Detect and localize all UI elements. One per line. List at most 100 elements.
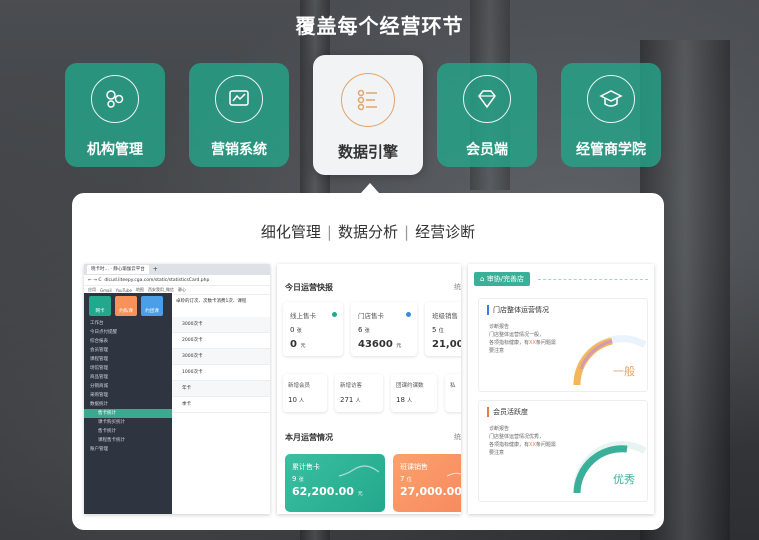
stat-unit: 元 xyxy=(300,343,306,349)
diagnostic-text: 诊断报告 门店整体运营情况一般， 各项指标健康，有XX条问题需 要注意 xyxy=(489,323,559,355)
menu-item: 商品管理 xyxy=(90,375,108,380)
panel-subtitle: 细化管理 | 数据分析 | 经营诊断 xyxy=(72,221,664,242)
table-row: 3000次卡 xyxy=(172,317,270,333)
menu-item: 售卡统计 xyxy=(98,429,116,434)
menu-item: 课程管理 xyxy=(90,357,108,362)
admin-sidebar: 网卡 约私课 约团课 工作台 今日点付提醒 综合报表 会员管理 课程管理 场馆管… xyxy=(84,293,172,514)
stats-title: 卓聆的订次、次数卡消费1次、课程 xyxy=(176,299,247,304)
stat-card-store: 门店售卡 6 张 43600 元 xyxy=(351,302,417,356)
screenshot-admin-stats: 晓卡时… · 静心瑜伽云平台 + ← → C dlcud.liteepy.cga.… xyxy=(84,264,270,514)
quick-button: 约团课 xyxy=(141,296,163,316)
mini-stat: 新增访客 271 人 xyxy=(335,374,383,412)
card-unit: 元 xyxy=(357,491,363,497)
report-line: 门店整体运营情况优秀， xyxy=(489,434,545,440)
status-dot xyxy=(332,312,337,317)
report-line: 各项指标健康，有 xyxy=(489,340,530,346)
card-amount: 27,000.00 xyxy=(400,485,461,498)
quick-button: 约私课 xyxy=(115,296,137,316)
table-row: 1000次卡 xyxy=(172,365,270,381)
subtitle-item: 经营诊断 xyxy=(415,223,476,241)
menu-item: 会员管理 xyxy=(90,348,108,353)
stat-unit: 张 xyxy=(364,328,370,334)
status-dot xyxy=(406,312,411,317)
tile-business-school[interactable]: 经管商学院 xyxy=(561,63,661,167)
card-count: 7 xyxy=(400,475,405,483)
month-card-cards: 累计售卡 9 张 62,200.00 元 xyxy=(285,454,385,512)
menu-item: 工作台 xyxy=(90,321,104,326)
report-line: 门店整体运营情况一般， xyxy=(489,332,545,338)
menu-item: 账户管理 xyxy=(90,447,108,452)
section-heading: 覆盖每个经营环节 xyxy=(295,14,464,38)
diagnostic-box-store: 门店整体运营情况 诊断报告 门店整体运营情况一般， 各项指标健康，有XX条问题需… xyxy=(478,298,648,392)
grade-label: 一般 xyxy=(613,365,635,378)
tile-marketing[interactable]: 营销系统 xyxy=(189,63,289,167)
tile-label: 营销系统 xyxy=(211,142,267,158)
table-row: 季卡 xyxy=(172,397,270,413)
stat-unit: 元 xyxy=(396,343,402,349)
grade-label: 优秀 xyxy=(613,473,635,486)
report-highlight: XX xyxy=(529,340,536,346)
month-card-class: 班课销售 7 位 27,000.00 元 xyxy=(393,454,461,512)
gauge-average xyxy=(573,335,647,385)
diamond-icon xyxy=(463,75,511,123)
browser-tabs: 晓卡时… · 静心瑜伽云平台 + xyxy=(84,264,270,275)
data-engine-icon xyxy=(341,73,395,127)
feature-panel: 细化管理 | 数据分析 | 经营诊断 晓卡时… · 静心瑜伽云平台 + ← → C dlc… xyxy=(72,193,664,530)
card-unit: 位 xyxy=(406,477,412,483)
screenshot-diagnostics: ⌂ 审协/完善店 门店整体运营情况 诊断报告 门店整体运营情况一般， 各项指标健… xyxy=(468,264,654,514)
menu-item: 课程售卡统计 xyxy=(98,438,125,443)
menu-item-active: 售卡统计 xyxy=(84,409,172,418)
stat-card-online: 线上售卡 0 张 0 元 xyxy=(283,302,343,356)
mini-stat-title: 私 xyxy=(450,383,456,389)
graduation-cap-icon xyxy=(587,75,635,123)
mini-stat: 团课约课数 18 人 xyxy=(391,374,437,412)
dashed-divider xyxy=(538,279,648,280)
bookmark: Gmail xyxy=(100,287,112,293)
menu-item: 数据统计 xyxy=(90,402,108,407)
today-title: 今日运营快报 xyxy=(285,283,333,292)
mini-stat-value: 271 xyxy=(340,396,354,404)
browser-tab: 晓卡时… · 静心瑜伽云平台 xyxy=(87,265,149,274)
store-icon: ⌂ xyxy=(480,275,485,283)
menu-item: 场馆管理 xyxy=(90,366,108,371)
new-tab-icon: + xyxy=(152,266,158,273)
report-highlight: XX xyxy=(529,442,536,448)
table-row: 3000次卡 xyxy=(172,349,270,365)
table-row: 2000次卡 xyxy=(172,333,270,349)
subtitle-separator: | xyxy=(404,223,410,241)
tile-label: 机构管理 xyxy=(87,142,143,158)
tile-org-management[interactable]: 机构管理 xyxy=(65,63,165,167)
sparkline xyxy=(339,465,379,477)
badge-label: 审协/完善店 xyxy=(486,275,525,283)
sparkline xyxy=(447,472,461,477)
report-line: 条问题需 xyxy=(535,442,556,448)
subtitle-item: 细化管理 xyxy=(260,223,321,241)
mini-stat-title: 团课约课数 xyxy=(396,383,424,389)
mini-stat-unit: 人 xyxy=(407,398,413,404)
tile-member-app[interactable]: 会员端 xyxy=(437,63,537,167)
marketing-icon xyxy=(215,75,263,123)
bookmark: YouTube xyxy=(115,287,132,293)
card-unit: 张 xyxy=(298,477,304,483)
quick-buttons: 网卡 约私课 约团课 xyxy=(84,293,172,319)
table-row: 年卡 xyxy=(172,381,270,397)
card-amount: 62,200.00 xyxy=(292,485,354,498)
stat-card-class: 班级销售 5 位 21,000 xyxy=(425,302,461,356)
mini-stat: 私 xyxy=(445,374,461,412)
mini-stat-value: 18 xyxy=(396,396,405,404)
stat-unit: 张 xyxy=(296,328,302,334)
menu-item: 课卡购买统计 xyxy=(98,420,125,425)
subtitle-separator: | xyxy=(326,223,332,241)
stat-title: 班级销售 xyxy=(432,312,458,320)
quick-button: 网卡 xyxy=(89,296,111,316)
tile-data-engine[interactable]: 数据引擎 xyxy=(313,55,423,175)
address-bar: ← → C dlcud.liteepy.cga.com/static/stati… xyxy=(84,275,270,286)
active-tile-pointer xyxy=(361,183,379,193)
mini-stat-unit: 人 xyxy=(299,398,305,404)
mini-stat-title: 新增会员 xyxy=(288,383,311,389)
diagnostic-box-member: 会员活跃度 诊断报告 门店整体运营情况优秀， 各项指标健康，有XX条问题需 要注… xyxy=(478,400,648,502)
more-link: 统 xyxy=(454,433,461,441)
stat-unit: 位 xyxy=(438,328,444,334)
tile-label: 会员端 xyxy=(466,142,508,158)
stat-amount: 21,000 xyxy=(432,339,461,350)
